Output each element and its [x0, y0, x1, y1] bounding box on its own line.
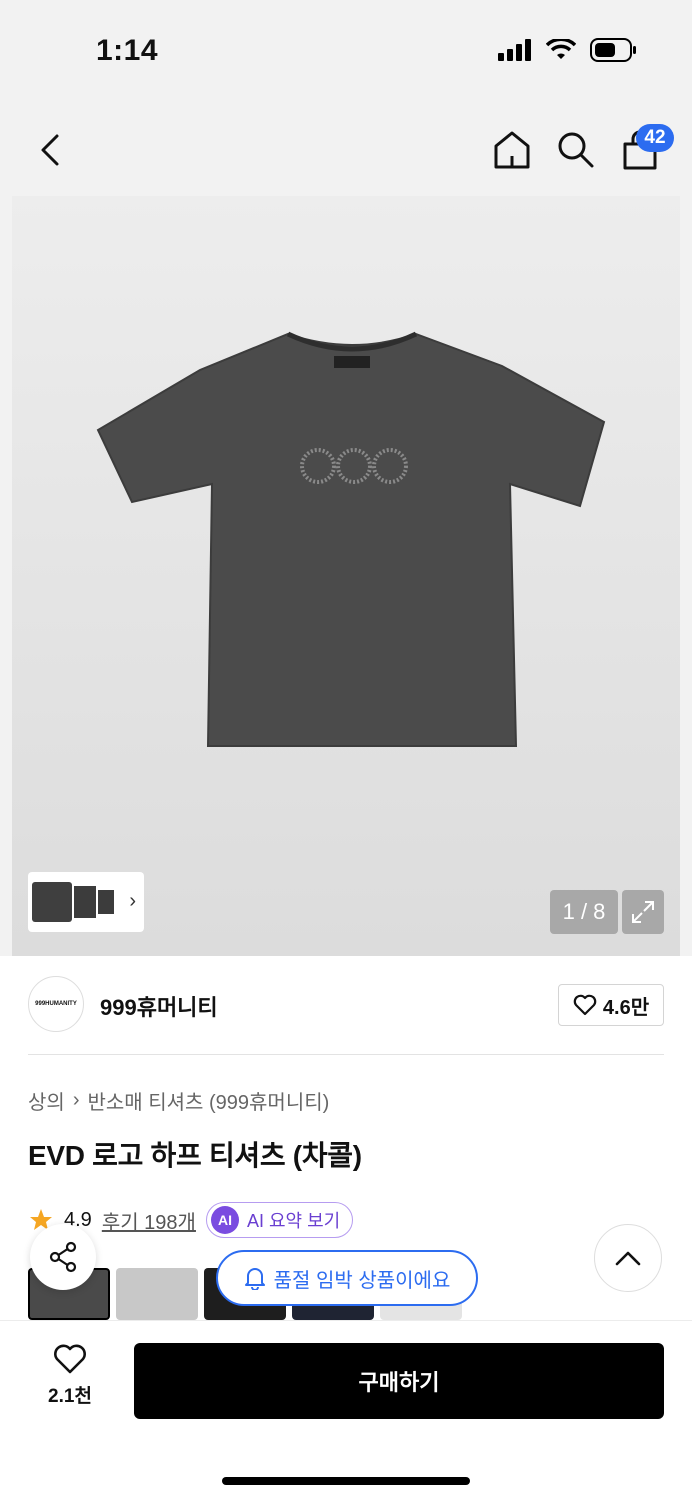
bell-icon — [244, 1268, 265, 1290]
nav-bar — [0, 110, 692, 190]
battery-icon — [590, 38, 636, 62]
wishlist-count: 2.1천 — [48, 1386, 92, 1407]
chevron-right-icon: › — [129, 890, 136, 912]
buy-button[interactable]: 구매하기 — [134, 1343, 664, 1419]
ai-summary-button[interactable]: AI AI 요약 보기 — [205, 1202, 354, 1238]
thumbnail-mini — [74, 886, 96, 918]
thumbnail-mini — [32, 882, 72, 922]
share-icon — [49, 1241, 77, 1273]
search-icon — [558, 132, 594, 168]
expand-button[interactable] — [622, 890, 664, 934]
ai-badge-icon: AI — [210, 1206, 239, 1234]
status-time: 1:14 — [96, 34, 159, 67]
chevron-left-icon — [41, 134, 59, 166]
home-icon — [494, 131, 530, 169]
breadcrumb-subcategory[interactable]: 반소매 티셔츠 (999휴머니티) — [87, 1086, 329, 1115]
image-counter: 1 / 8 — [550, 890, 618, 934]
share-button[interactable] — [30, 1224, 96, 1290]
cart-count-badge: 42 — [636, 124, 674, 152]
breadcrumb-category[interactable]: 상의 — [28, 1086, 65, 1115]
color-option-grey[interactable] — [116, 1268, 198, 1320]
product-title: EVD 로고 하프 티셔츠 (차콜) — [28, 1140, 362, 1171]
chevron-up-icon — [615, 1251, 641, 1266]
bottom-bar: 2.1천 구매하기 — [0, 1320, 692, 1500]
thumbnail-strip-button[interactable]: › — [28, 872, 144, 932]
brand-logo[interactable]: 999HUMANITY — [28, 976, 84, 1032]
brand-name[interactable]: 999휴머니티 — [100, 990, 218, 1022]
home-button[interactable] — [490, 128, 534, 172]
ai-summary-label: AI 요약 보기 — [246, 1211, 341, 1231]
expand-icon — [632, 901, 654, 923]
brand-row: 999HUMANITY 999휴머니티 4.6만 — [28, 976, 664, 1036]
product-tshirt-image — [96, 331, 606, 747]
review-link[interactable]: 후기 198개 — [102, 1206, 196, 1235]
wishlist-button[interactable]: 2.1천 — [30, 1343, 110, 1423]
heart-icon — [573, 994, 597, 1016]
soldout-notice-text: 품절 임박 상품이에요 — [273, 1269, 451, 1292]
breadcrumb: 상의 › 반소매 티셔츠 (999휴머니티) — [28, 1086, 329, 1115]
chevron-right-icon: › — [72, 1089, 80, 1111]
status-icons — [498, 38, 636, 62]
brand-like-count: 4.6만 — [602, 996, 650, 1019]
heart-icon — [54, 1344, 86, 1374]
home-indicator — [222, 1477, 470, 1485]
signal-icon — [498, 39, 531, 61]
back-button[interactable] — [30, 128, 70, 172]
thumbnail-mini — [98, 890, 114, 914]
soldout-notice: 품절 임박 상품이에요 — [216, 1250, 478, 1306]
brand-like-button[interactable]: 4.6만 — [558, 984, 664, 1026]
divider — [28, 1054, 664, 1055]
scroll-top-button[interactable] — [594, 1224, 662, 1292]
wifi-icon — [546, 39, 576, 59]
search-button[interactable] — [554, 128, 598, 172]
status-bar: 1:14 — [0, 0, 692, 100]
product-image-gallery[interactable]: › 1 / 8 — [12, 196, 680, 956]
